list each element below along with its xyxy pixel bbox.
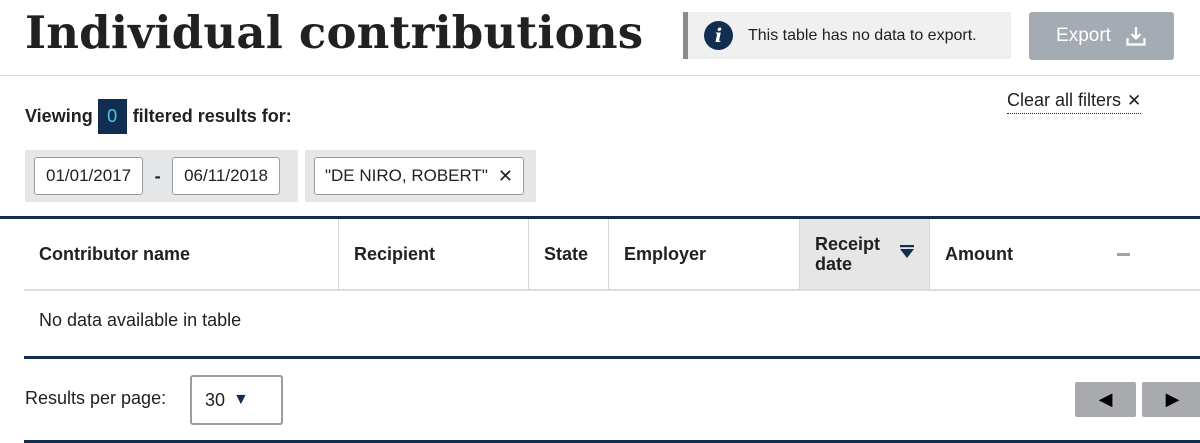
empty-table-message: No data available in table bbox=[39, 310, 242, 330]
previous-page-button[interactable]: ◀ bbox=[1075, 382, 1136, 417]
viewing-prefix: Viewing bbox=[25, 106, 93, 126]
results-per-page-select[interactable]: 30 ▼ bbox=[190, 375, 283, 425]
caret-down-icon: ▼ bbox=[233, 391, 249, 408]
results-per-page-label: Results per page: bbox=[25, 388, 167, 408]
results-summary: Viewing 0 filtered results for: bbox=[25, 99, 292, 134]
results-per-page-value: 30 bbox=[205, 389, 226, 410]
column-label: Employer bbox=[624, 243, 707, 264]
column-label: State bbox=[544, 243, 589, 264]
export-button-label: Export bbox=[1056, 25, 1111, 46]
contributor-filter-tag: "DE NIRO, ROBERT" ✕ bbox=[305, 150, 536, 202]
export-notice-text: This table has no data to export. bbox=[748, 26, 977, 44]
column-header-receipt-date[interactable]: Receipt date bbox=[800, 219, 930, 289]
column-label: Recipient bbox=[354, 243, 436, 264]
clear-all-filters-label: Clear all filters bbox=[1007, 90, 1122, 110]
table-header: Contributor name Recipient State Employe… bbox=[24, 219, 1200, 289]
column-header-employer[interactable]: Employer bbox=[609, 219, 800, 289]
viewing-suffix: filtered results for: bbox=[132, 106, 292, 126]
result-count-badge: 0 bbox=[97, 99, 127, 134]
date-range-separator: - bbox=[154, 165, 161, 186]
collapse-icon[interactable] bbox=[1117, 253, 1130, 256]
export-button[interactable]: Export bbox=[1029, 12, 1174, 60]
contributor-name-chip[interactable]: "DE NIRO, ROBERT" ✕ bbox=[314, 157, 524, 195]
column-label-line1: Receipt bbox=[815, 234, 881, 254]
info-icon: i bbox=[704, 21, 733, 50]
column-label: Amount bbox=[945, 243, 1013, 264]
column-label: Contributor name bbox=[39, 243, 190, 264]
table-header-divider bbox=[24, 289, 1200, 291]
table-bottom-border bbox=[24, 356, 1200, 359]
contributor-name-value: "DE NIRO, ROBERT" bbox=[325, 166, 488, 185]
column-header-contributor-name[interactable]: Contributor name bbox=[24, 219, 339, 289]
page-title: Individual contributions bbox=[25, 6, 644, 59]
close-icon: ✕ bbox=[1127, 91, 1142, 110]
remove-filter-icon[interactable]: ✕ bbox=[498, 166, 513, 187]
triangle-right-icon: ▶ bbox=[1165, 389, 1180, 409]
column-header-amount[interactable]: Amount bbox=[930, 219, 1200, 289]
download-icon bbox=[1125, 25, 1147, 47]
clear-all-filters-link[interactable]: Clear all filters ✕ bbox=[1007, 88, 1142, 114]
triangle-left-icon: ◀ bbox=[1098, 389, 1113, 409]
date-range-filter-tag: 01/01/2017 - 06/11/2018 bbox=[25, 150, 298, 202]
column-header-recipient[interactable]: Recipient bbox=[339, 219, 529, 289]
next-page-button[interactable]: ▶ bbox=[1142, 382, 1200, 417]
sort-descending-icon bbox=[899, 244, 915, 265]
start-date-field[interactable]: 01/01/2017 bbox=[34, 157, 144, 195]
end-date-field[interactable]: 06/11/2018 bbox=[172, 157, 280, 195]
export-notice: i This table has no data to export. bbox=[683, 12, 1011, 59]
column-label-line2: date bbox=[815, 254, 853, 274]
header-divider bbox=[0, 75, 1200, 76]
column-header-state[interactable]: State bbox=[529, 219, 609, 289]
column-label: Receipt date bbox=[815, 234, 880, 274]
